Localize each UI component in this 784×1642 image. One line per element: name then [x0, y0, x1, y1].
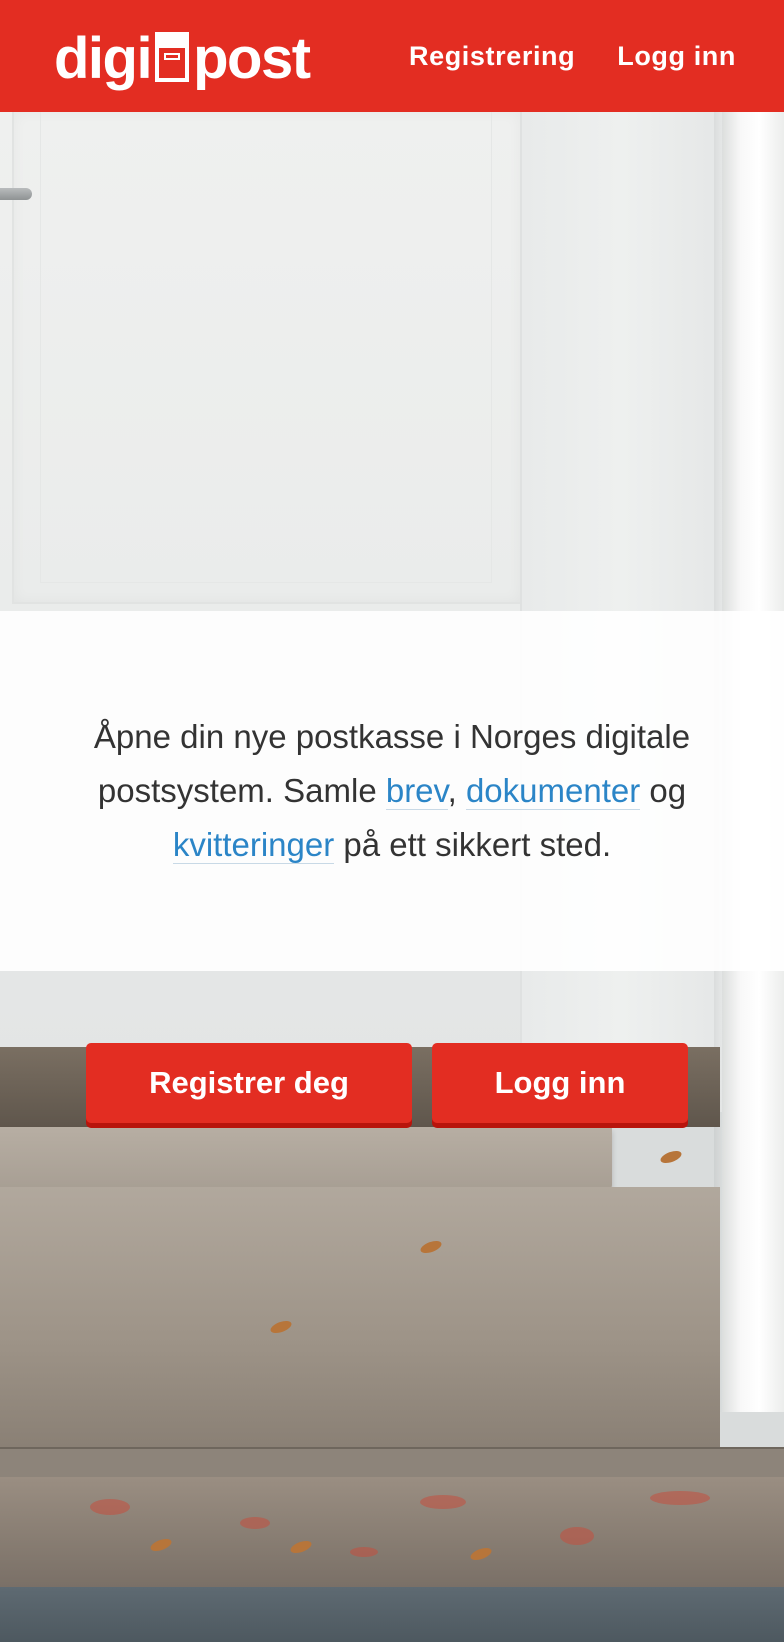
porch-step-riser: [0, 1477, 784, 1587]
link-letters[interactable]: brev: [385, 772, 448, 810]
logo-text-right: post: [193, 26, 311, 91]
top-nav: Registrering Logg inn: [409, 0, 736, 112]
mailbox-icon: [155, 32, 190, 82]
intro-section: Åpne din nye postkasse i Norges digitale…: [0, 611, 784, 971]
doormat: [0, 1127, 612, 1191]
nav-login-link[interactable]: Logg inn: [617, 41, 736, 72]
link-receipts[interactable]: kvitteringer: [172, 826, 335, 864]
login-button[interactable]: Logg inn: [432, 1043, 688, 1123]
intro-text: Åpne din nye postkasse i Norges digitale…: [93, 718, 691, 864]
porch-deck: [0, 1187, 720, 1447]
digipost-logo[interactable]: digi post: [54, 24, 311, 91]
nav-register-link[interactable]: Registrering: [409, 41, 575, 72]
link-documents[interactable]: dokumenter: [465, 772, 641, 810]
door-panel-inner: [40, 112, 492, 583]
door-handle: [0, 188, 32, 200]
register-button[interactable]: Registrer deg: [86, 1043, 412, 1123]
site-header: digi post Registrering Logg inn: [0, 0, 784, 112]
porch-step-edge: [0, 1447, 784, 1479]
ground: [0, 1587, 784, 1642]
logo-text-left: digi: [54, 26, 153, 91]
